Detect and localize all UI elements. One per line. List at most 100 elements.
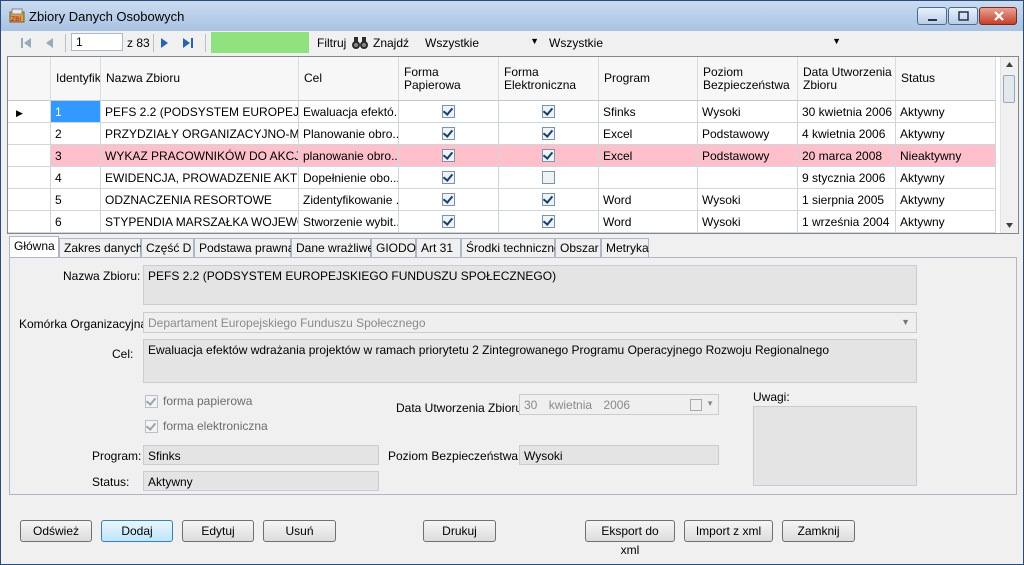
filter-text-box[interactable] <box>211 32 309 53</box>
add-button[interactable]: Dodaj <box>101 520 173 542</box>
tab-obszar[interactable]: Obszar <box>555 238 601 257</box>
table-row[interactable]: ▶ 1 PEFS 2.2 (PODSYSTEM EUROPEJS... Ewaluac… <box>8 101 996 123</box>
column-header[interactable]: Cel <box>299 57 399 101</box>
table-cell[interactable] <box>698 167 798 189</box>
forma-elektroniczna-cell[interactable] <box>499 145 599 167</box>
checkbox-box[interactable] <box>542 215 555 228</box>
nazwa-field[interactable]: PEFS 2.2 (PODSYSTEM EUROPEJSKIEGO FUNDUS… <box>143 265 917 305</box>
table-cell[interactable]: Word <box>599 211 698 233</box>
poziom-field[interactable]: Wysoki <box>519 445 719 465</box>
status-field[interactable]: Aktywny <box>143 471 379 491</box>
tab-czesc-d[interactable]: Część D <box>141 238 194 257</box>
checkbox-box[interactable] <box>442 127 455 140</box>
move-first-icon[interactable] <box>17 34 35 52</box>
find-button[interactable]: Znajdź <box>373 36 409 50</box>
table-row[interactable]: 2 PRZYDZIAŁY ORGANIZACYJNO-MO... Planowani… <box>8 123 996 145</box>
table-row[interactable]: 4 EWIDENCJA, PROWADZENIE AKT ... Dopełnien… <box>8 167 996 189</box>
delete-button[interactable]: Usuń <box>263 520 336 542</box>
table-cell[interactable]: 1 września 2004 <box>798 211 896 233</box>
checkbox-box[interactable] <box>542 193 555 206</box>
table-cell[interactable]: Wysoki <box>698 211 798 233</box>
table-cell[interactable]: Zidentyfikowanie ... <box>299 189 399 211</box>
import-xml-button[interactable]: Import z xml <box>684 520 773 542</box>
table-cell[interactable]: WYKAZ PRACOWNIKÓW DO AKCJI ... <box>101 145 299 167</box>
column-header[interactable]: Poziom Bezpieczeństwa <box>698 57 798 101</box>
uwagi-field[interactable] <box>753 406 917 486</box>
checkbox-box[interactable] <box>442 193 455 206</box>
maximize-button[interactable] <box>948 7 978 25</box>
column-header[interactable]: Nazwa Zbioru <box>101 57 299 101</box>
refresh-button[interactable]: Odśwież <box>20 520 92 542</box>
table-cell[interactable]: Word <box>599 189 698 211</box>
table-cell[interactable]: Excel <box>599 123 698 145</box>
table-cell[interactable]: 30 kwietnia 2006 <box>798 101 896 123</box>
checkbox-box[interactable] <box>542 105 555 118</box>
table-cell[interactable]: 3 <box>51 145 101 167</box>
column-header[interactable]: Data Utworzenia Zbioru <box>798 57 896 101</box>
table-cell[interactable]: Excel <box>599 145 698 167</box>
table-cell[interactable]: Aktywny <box>896 189 996 211</box>
column-header[interactable]: Identyfikator <box>51 57 101 101</box>
checkbox-box[interactable] <box>442 149 455 162</box>
table-cell[interactable]: 2 <box>51 123 101 145</box>
row-header-cell[interactable] <box>8 189 51 211</box>
table-cell[interactable]: 1 <box>51 101 101 123</box>
tab-metryka[interactable]: Metryka <box>601 238 649 257</box>
table-cell[interactable]: Aktywny <box>896 167 996 189</box>
table-cell[interactable]: PEFS 2.2 (PODSYSTEM EUROPEJS... <box>101 101 299 123</box>
scroll-down-icon[interactable] <box>1001 217 1018 233</box>
forma-papierowa-checkbox[interactable]: forma papierowa <box>145 394 252 408</box>
column-header[interactable]: Status <box>896 57 996 101</box>
move-next-icon[interactable] <box>155 34 173 52</box>
table-cell[interactable]: STYPENDIA MARSZAŁKA WOJEWÓ... <box>101 211 299 233</box>
table-cell[interactable]: Podstawowy <box>698 123 798 145</box>
forma-elektroniczna-cell[interactable] <box>499 189 599 211</box>
checkbox-box[interactable] <box>542 171 555 184</box>
table-cell[interactable]: Dopełnienie obo... <box>299 167 399 189</box>
table-cell[interactable]: Aktywny <box>896 211 996 233</box>
tab-dane-wrazliwe[interactable]: Dane wrażliwe <box>291 238 374 257</box>
records-grid[interactable]: Identyfikator Nazwa Zbioru Cel Forma Pap… <box>7 56 1019 234</box>
table-row[interactable]: 5 ODZNACZENIA RESORTOWE Zidentyfikowanie .… <box>8 189 996 211</box>
filter-button[interactable]: Filtruj <box>317 36 346 50</box>
checkbox-box[interactable] <box>542 127 555 140</box>
table-cell[interactable]: PRZYDZIAŁY ORGANIZACYJNO-MO... <box>101 123 299 145</box>
row-header-cell[interactable] <box>8 167 51 189</box>
row-header-cell[interactable] <box>8 211 51 233</box>
calendar-icon[interactable] <box>690 399 702 411</box>
minimize-button[interactable] <box>917 7 947 25</box>
tab-giodo[interactable]: GIODO <box>371 238 416 257</box>
filter-combo-1[interactable]: Wszystkie ▼ <box>419 32 543 52</box>
forma-papierowa-cell[interactable] <box>399 211 499 233</box>
forma-elektroniczna-cell[interactable] <box>499 211 599 233</box>
row-header-cell[interactable] <box>8 145 51 167</box>
tab-srodki-techniczne[interactable]: Środki techniczne <box>461 238 561 257</box>
checkbox-box[interactable] <box>542 149 555 162</box>
close-window-button[interactable] <box>979 7 1017 25</box>
grid-vertical-scrollbar[interactable] <box>1000 57 1018 233</box>
forma-elektroniczna-checkbox[interactable]: forma elektroniczna <box>145 419 268 433</box>
tab-podstawa-prawna[interactable]: Podstawa prawna <box>194 238 294 257</box>
tab-art-31[interactable]: Art 31 <box>416 238 461 257</box>
forma-papierowa-cell[interactable] <box>399 123 499 145</box>
table-cell[interactable]: ODZNACZENIA RESORTOWE <box>101 189 299 211</box>
forma-papierowa-cell[interactable] <box>399 145 499 167</box>
row-header-cell[interactable] <box>8 123 51 145</box>
table-cell[interactable]: Stworzenie wybit... <box>299 211 399 233</box>
checkbox-box[interactable] <box>442 215 455 228</box>
table-cell[interactable]: 20 marca 2008 <box>798 145 896 167</box>
column-header[interactable]: Program <box>599 57 698 101</box>
move-last-icon[interactable] <box>179 34 197 52</box>
forma-elektroniczna-cell[interactable] <box>499 101 599 123</box>
table-row[interactable]: 3 WYKAZ PRACOWNIKÓW DO AKCJI ... planowani… <box>8 145 996 167</box>
forma-papierowa-cell[interactable] <box>399 167 499 189</box>
table-cell[interactable]: Wysoki <box>698 101 798 123</box>
binoculars-icon[interactable] <box>351 34 369 52</box>
table-cell[interactable]: 5 <box>51 189 101 211</box>
tab-zakres-danych[interactable]: Zakres danych <box>59 238 143 257</box>
print-button[interactable]: Drukuj <box>423 520 496 542</box>
close-button[interactable]: Zamknij <box>782 520 855 542</box>
table-cell[interactable]: Ewaluacja efektó... <box>299 101 399 123</box>
checkbox-box[interactable] <box>442 171 455 184</box>
cel-field[interactable]: Ewaluacja efektów wdrażania projektów w … <box>143 339 917 383</box>
